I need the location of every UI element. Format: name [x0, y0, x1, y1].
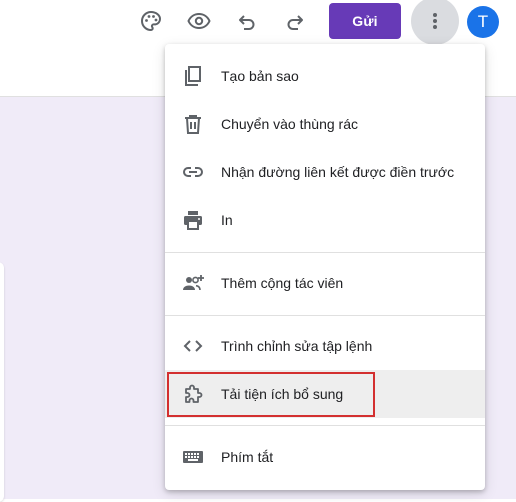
eye-icon[interactable] — [182, 4, 216, 38]
menu-item-label: In — [221, 212, 233, 228]
trash-icon — [181, 112, 205, 136]
menu-item-label: Nhận đường liên kết được điền trước — [221, 164, 455, 180]
menu-divider — [165, 252, 485, 253]
menu-item-make-copy[interactable]: Tạo bản sao — [165, 52, 485, 100]
menu-divider — [165, 315, 485, 316]
more-options-menu: Tạo bản sao Chuyển vào thùng rác Nhận đư… — [165, 44, 485, 490]
keyboard-icon — [181, 445, 205, 469]
undo-icon[interactable] — [230, 4, 264, 38]
menu-divider — [165, 425, 485, 426]
menu-item-label: Trình chỉnh sửa tập lệnh — [221, 338, 373, 354]
print-icon — [181, 208, 205, 232]
form-card-edge — [0, 262, 4, 502]
link-icon — [181, 160, 205, 184]
puzzle-icon — [181, 382, 205, 406]
menu-item-move-to-trash[interactable]: Chuyển vào thùng rác — [165, 100, 485, 148]
code-icon — [181, 334, 205, 358]
palette-icon[interactable] — [134, 4, 168, 38]
menu-item-label: Tải tiện ích bổ sung — [221, 386, 344, 402]
menu-item-get-add-ons[interactable]: Tải tiện ích bổ sung — [165, 370, 485, 418]
menu-item-add-collaborators[interactable]: Thêm cộng tác viên — [165, 259, 485, 307]
menu-item-script-editor[interactable]: Trình chỉnh sửa tập lệnh — [165, 322, 485, 370]
add-people-icon — [181, 271, 205, 295]
redo-icon[interactable] — [278, 4, 312, 38]
menu-item-label: Chuyển vào thùng rác — [221, 116, 358, 132]
menu-item-label: Thêm cộng tác viên — [221, 275, 344, 291]
more-vert-icon[interactable] — [411, 0, 459, 45]
menu-item-print[interactable]: In — [165, 196, 485, 244]
send-button[interactable]: Gửi — [329, 3, 401, 39]
avatar[interactable]: T — [467, 6, 499, 38]
copy-icon — [181, 64, 205, 88]
menu-item-label: Phím tắt — [221, 449, 274, 465]
menu-item-prefilled-link[interactable]: Nhận đường liên kết được điền trước — [165, 148, 485, 196]
menu-item-keyboard-shortcuts[interactable]: Phím tắt — [165, 433, 485, 481]
menu-item-label: Tạo bản sao — [221, 68, 299, 84]
